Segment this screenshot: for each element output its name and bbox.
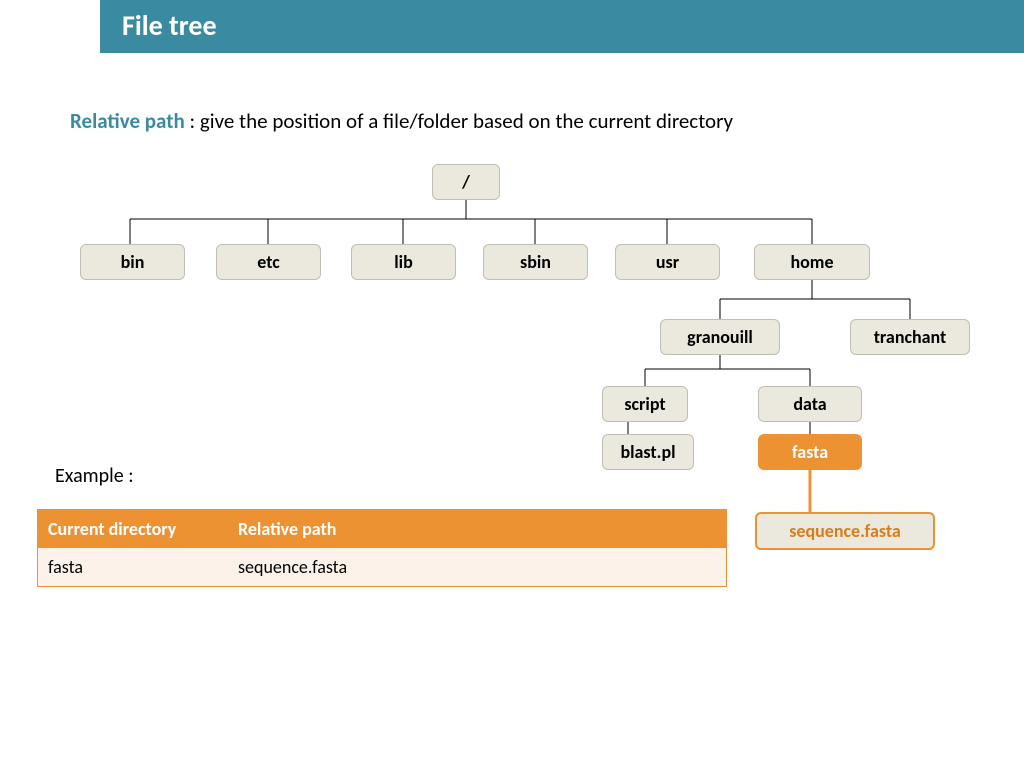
node-script: script — [602, 386, 688, 422]
title-text: File tree — [122, 8, 217, 43]
node-root: / — [432, 164, 500, 200]
node-sbin: sbin — [483, 244, 588, 280]
node-home: home — [754, 244, 870, 280]
node-label: etc — [257, 251, 279, 273]
node-label: sequence.fasta — [789, 520, 901, 542]
node-etc: etc — [216, 244, 321, 280]
node-blastpl: blast.pl — [602, 434, 694, 470]
node-label: script — [624, 393, 665, 415]
th-current-dir: Current directory — [38, 510, 229, 549]
tree-diagram: / bin etc lib sbin usr home granouill tr… — [0, 134, 1024, 554]
node-label: data — [793, 393, 826, 415]
node-label: / — [462, 171, 470, 193]
table-row: fasta sequence.fasta — [38, 548, 727, 587]
page-title: File tree — [100, 0, 1024, 53]
example-label: Example : — [55, 464, 134, 488]
node-fasta: fasta — [758, 434, 862, 470]
node-label: fasta — [792, 441, 828, 463]
node-label: usr — [656, 251, 679, 273]
node-bin: bin — [80, 244, 185, 280]
td-current-dir: fasta — [38, 548, 229, 587]
node-label: lib — [394, 251, 413, 273]
node-label: sbin — [520, 251, 551, 273]
node-label: granouill — [687, 326, 753, 348]
node-granouill: granouill — [660, 319, 780, 355]
td-relative-path: sequence.fasta — [228, 548, 727, 587]
node-label: bin — [121, 251, 145, 273]
desc-text: : give the position of a file/folder bas… — [185, 108, 733, 134]
node-lib: lib — [351, 244, 456, 280]
node-tranchant: tranchant — [850, 319, 970, 355]
node-label: blast.pl — [620, 441, 675, 463]
node-sequencefasta: sequence.fasta — [755, 512, 935, 550]
description: Relative path : give the position of a f… — [70, 108, 1024, 134]
th-relative-path: Relative path — [228, 510, 727, 549]
node-label: tranchant — [874, 326, 947, 348]
node-data: data — [758, 386, 862, 422]
node-label: home — [790, 251, 833, 273]
table-header-row: Current directory Relative path — [38, 510, 727, 549]
example-table: Current directory Relative path fasta se… — [37, 509, 727, 587]
node-usr: usr — [615, 244, 720, 280]
desc-term: Relative path — [70, 108, 185, 134]
